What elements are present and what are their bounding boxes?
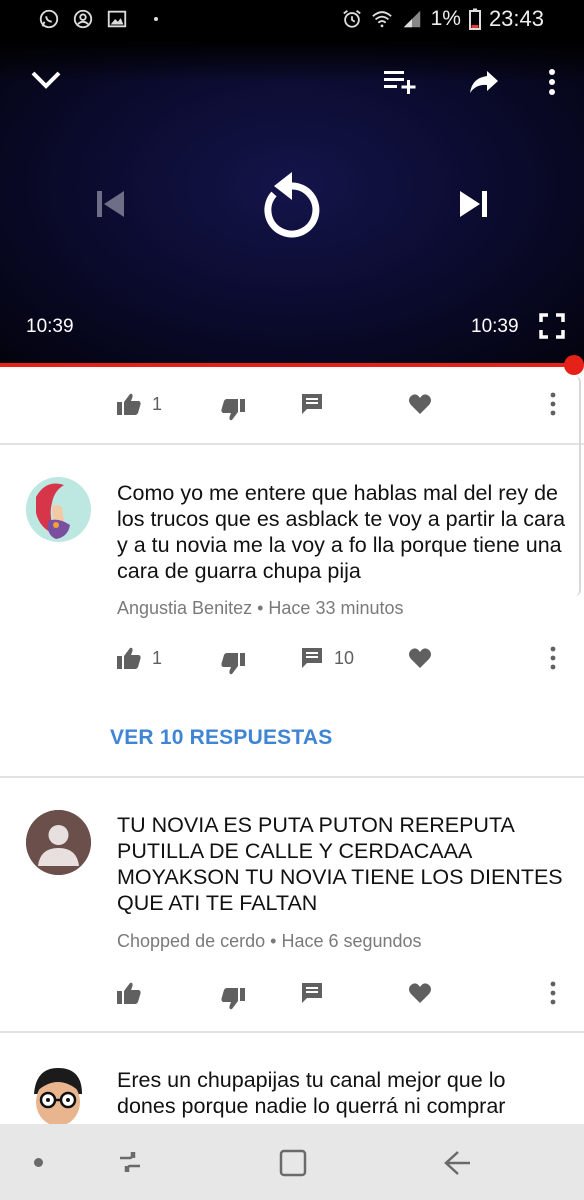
battery-icon [468,8,481,30]
battery-percent: 1% [430,7,461,30]
more-vert-icon [550,392,556,416]
comment-icon [302,983,322,1003]
skip-next-icon [460,191,487,217]
thumb-up-icon [117,393,141,415]
share-button[interactable] [466,62,502,102]
like-count: 1 [152,647,163,668]
fullscreen-icon [539,313,565,339]
more-vert-icon [549,69,555,95]
like-button[interactable]: 1 [116,384,162,424]
back-icon[interactable] [442,1148,472,1178]
comment-icon [302,648,322,668]
comment-meta: Chopped de cerdo • Hace 6 segundos [117,931,422,952]
chevron-down-icon [31,71,61,89]
progress-bar[interactable] [0,363,576,367]
comment-text: Como yo me entere que hablas mal del rey… [117,481,566,583]
image-icon [107,10,127,28]
avatar[interactable] [26,477,91,542]
comment-author[interactable]: Angustia Benitez [117,598,252,618]
avatar[interactable] [26,810,91,875]
reply-button[interactable] [300,973,324,1013]
view-replies-link[interactable]: VER 10 RESPUESTAS [110,726,332,750]
heart-icon [409,394,431,414]
alarm-icon [342,10,361,28]
heart-icon [409,983,431,1003]
comment-icon [302,394,322,414]
thumb-up-icon [117,647,141,669]
comment-time: Hace 6 segundos [281,931,422,951]
comment-text: Eres un chupapijas tu canal mejor que lo… [117,1068,506,1118]
whatsapp-icon [39,9,59,29]
video-player[interactable]: 10:39 10:39 [0,40,584,364]
more-options-button[interactable] [540,64,564,100]
comment-meta: Angustia Benitez • Hace 33 minutos [117,598,404,619]
scrubber-handle[interactable] [564,355,584,375]
reply-count: 10 [334,647,355,668]
signal-icon [403,10,420,28]
next-button[interactable] [454,184,494,224]
avatar-illustration [26,1064,91,1124]
avatar-illustration [26,477,90,541]
status-bar: 1% 23:43 [0,0,584,40]
heart-icon [409,648,431,668]
fullscreen-button[interactable] [536,310,568,342]
favorite-button[interactable] [408,973,432,1013]
more-options-button[interactable] [550,638,556,678]
comment-action-row: 1 10 [0,638,584,678]
navigation-bar [0,1124,584,1200]
more-vert-icon [550,646,556,670]
comment-button[interactable] [300,384,324,424]
thumb-down-icon [221,653,245,675]
like-button[interactable]: 1 [116,638,162,678]
comment-author[interactable]: Chopped de cerdo [117,931,265,951]
collapse-button[interactable] [28,62,64,98]
dot-icon[interactable] [34,1158,43,1167]
previous-button[interactable] [90,184,130,224]
video-action-row: 1 [0,384,584,424]
duration-time: 10:39 [471,316,519,337]
reply-button[interactable]: 10 [300,638,354,678]
share-icon [470,71,498,93]
thumb-down-icon [221,988,245,1010]
recent-apps-icon[interactable] [116,1148,144,1176]
account-circle-icon [73,9,93,29]
add-to-playlist-icon [384,71,416,94]
dislike-button[interactable] [220,979,246,1019]
comment-time: Hace 33 minutos [268,598,404,618]
more-options-button[interactable] [550,384,556,424]
favorite-button[interactable] [408,638,432,678]
replay-icon [264,172,320,238]
thumb-down-icon [221,399,245,421]
comment-action-row [0,973,584,1013]
avatar[interactable] [26,1064,91,1124]
meta-separator: • [257,598,269,618]
more-vert-icon [550,981,556,1005]
scroll-indicator [575,376,581,596]
like-count: 1 [152,393,163,414]
more-options-button[interactable] [550,973,556,1013]
dislike-button[interactable] [220,390,246,430]
clock: 23:43 [488,6,544,31]
favorite-button[interactable] [408,384,432,424]
meta-separator: • [270,931,282,951]
like-button[interactable] [116,973,142,1013]
default-avatar-icon [26,810,91,875]
comment-item: TU NOVIA ES PUTA PUTON REREPUTA PUTILLA … [0,778,584,1032]
dot-icon [154,17,158,21]
comment-text: TU NOVIA ES PUTA PUTON REREPUTA PUTILLA … [117,813,563,915]
home-icon[interactable] [278,1148,308,1178]
comment-item: Eres un chupapijas tu canal mejor que lo… [0,1033,584,1124]
wifi-icon [371,11,392,28]
dislike-button[interactable] [220,644,246,684]
add-to-playlist-button[interactable] [380,64,420,100]
thumb-up-icon [117,982,141,1004]
elapsed-time: 10:39 [26,316,74,337]
replay-button[interactable] [252,166,332,246]
skip-previous-icon [97,191,124,217]
